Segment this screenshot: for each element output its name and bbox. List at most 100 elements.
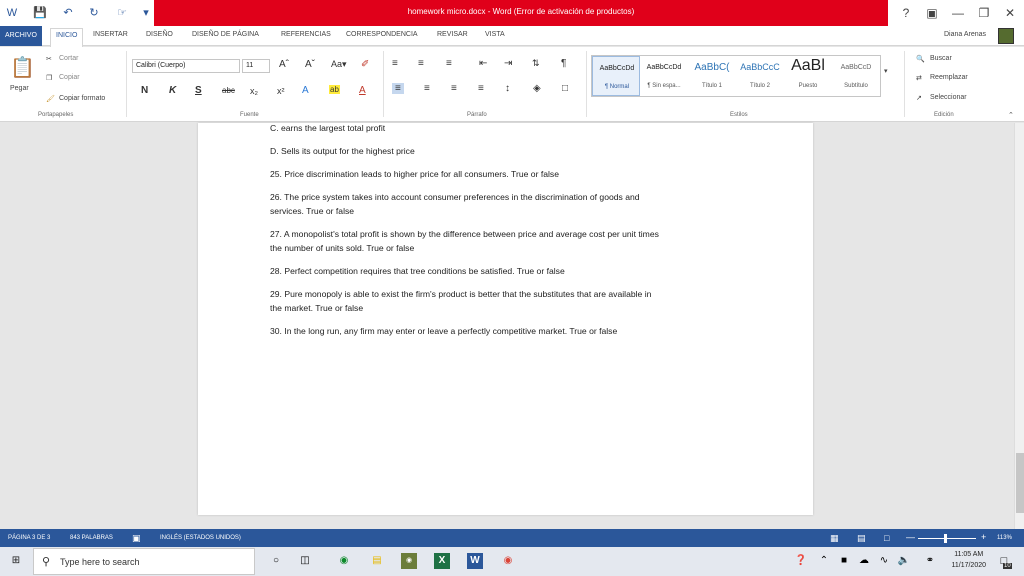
tab-diseno[interactable]: DISEÑO [146, 31, 173, 38]
windows-start-icon[interactable]: ⊞ [8, 553, 24, 569]
task-view-icon[interactable]: ◫ [297, 553, 313, 569]
copy-button[interactable]: Copiar [59, 74, 80, 81]
undo-icon[interactable]: ↶ [60, 5, 76, 21]
font-color-icon[interactable]: A [359, 85, 366, 96]
language[interactable]: INGLÉS (ESTADOS UNIDOS) [160, 535, 241, 541]
italic-icon[interactable]: K [169, 85, 176, 96]
tab-insertar[interactable]: INSERTAR [93, 31, 128, 38]
underline-icon[interactable]: S [195, 85, 202, 96]
tab-referencias[interactable]: REFERENCIAS [281, 31, 331, 38]
clock[interactable]: 11:05 AM 11/17/2020 [951, 551, 986, 569]
help-tray-icon[interactable]: ❓ [793, 553, 809, 569]
volume-icon[interactable]: 🔈 [896, 553, 912, 569]
style-title[interactable]: AaBl Puesto [784, 56, 832, 96]
scrollbar-thumb[interactable] [1016, 453, 1024, 513]
shading-icon[interactable]: ◈ [533, 83, 541, 94]
web-layout-icon[interactable]: □ [884, 533, 889, 543]
customize-qa-icon[interactable]: ▾ [138, 5, 154, 21]
zoom-level[interactable]: 113% [997, 535, 1012, 541]
style-normal[interactable]: AaBbCcDd ¶ Normal [592, 56, 640, 96]
style-heading-2[interactable]: AaBbCcC Título 2 [736, 56, 784, 96]
justify-icon[interactable]: ≡ [478, 83, 484, 94]
styles-more-icon[interactable]: ▾ [884, 67, 888, 75]
style-subtitle[interactable]: AaBbCcD Subtítulo [832, 56, 880, 96]
print-layout-icon[interactable]: ▤ [857, 533, 866, 544]
replace-icon[interactable]: ⇄ [916, 74, 922, 82]
redo-icon[interactable]: ↻ [86, 5, 102, 21]
tray-expand-icon[interactable]: ⌃ [816, 553, 832, 569]
sort-icon[interactable]: ⇅ [532, 58, 540, 69]
align-center-icon[interactable]: ≡ [424, 83, 430, 94]
bullets-icon[interactable]: ≡ [392, 58, 398, 69]
decrease-indent-icon[interactable]: ⇤ [479, 58, 487, 69]
highlight-icon[interactable]: ab [329, 85, 340, 94]
document-page[interactable]: C. earns the largest total profit D. Sel… [198, 123, 813, 515]
cortana-icon[interactable]: ○ [268, 553, 284, 569]
style-no-spacing[interactable]: AaBbCcDd ¶ Sin espa... [640, 56, 688, 96]
help-icon[interactable]: ? [894, 3, 918, 23]
paste-icon[interactable]: 📋 [10, 55, 35, 80]
replace-button[interactable]: Reemplazar [930, 74, 968, 81]
align-right-icon[interactable]: ≡ [451, 83, 457, 94]
find-icon[interactable]: 🔍 [916, 55, 925, 63]
increase-indent-icon[interactable]: ⇥ [504, 58, 512, 69]
zoom-slider[interactable] [918, 538, 976, 539]
font-size-select[interactable]: 11 [242, 59, 270, 73]
change-case-icon[interactable]: Aa▾ [331, 59, 347, 70]
text-effects-icon[interactable]: A [302, 85, 309, 96]
copy-icon[interactable]: ❐ [46, 74, 52, 82]
avatar[interactable] [998, 28, 1014, 44]
network-icon[interactable]: ⚭ [922, 553, 938, 569]
borders-icon[interactable]: □ [562, 83, 568, 94]
align-left-icon[interactable]: ≡ [392, 83, 404, 94]
save-icon[interactable]: 💾 [32, 5, 48, 21]
tab-correspondencia[interactable]: CORRESPONDENCIA [346, 31, 418, 38]
superscript-icon[interactable]: x² [277, 86, 285, 96]
grow-font-icon[interactable]: Aˆ [279, 59, 289, 70]
zoom-in-icon[interactable]: + [981, 532, 986, 542]
page-count[interactable]: PÁGINA 3 DE 3 [8, 535, 50, 541]
select-button[interactable]: Seleccionar [930, 94, 967, 101]
word-icon[interactable]: W [467, 553, 483, 569]
cut-button[interactable]: Cortar [59, 55, 78, 62]
cut-icon[interactable]: ✂ [46, 55, 52, 63]
tab-inicio[interactable]: INICIO [50, 28, 84, 47]
find-button[interactable]: Buscar [930, 55, 952, 62]
edge-icon[interactable]: ◉ [336, 553, 352, 569]
read-mode-icon[interactable]: ▦ [830, 533, 839, 544]
tab-diseno-pagina[interactable]: DISEÑO DE PÁGINA [192, 31, 259, 38]
restore-icon[interactable]: ❐ [972, 3, 996, 23]
strikethrough-icon[interactable]: abc [222, 86, 235, 95]
vertical-scrollbar[interactable] [1014, 123, 1024, 529]
shrink-font-icon[interactable]: Aˇ [305, 59, 315, 70]
taskbar-search[interactable]: ⚲ Type here to search [33, 548, 255, 575]
clear-format-icon[interactable]: ✐ [361, 59, 369, 70]
tab-archivo[interactable]: ARCHIVO [0, 26, 42, 46]
word-count[interactable]: 843 PALABRAS [70, 535, 113, 541]
close-icon[interactable]: ✕ [998, 3, 1022, 23]
tab-revisar[interactable]: REVISAR [437, 31, 468, 38]
line-spacing-icon[interactable]: ↕ [505, 83, 510, 94]
onedrive-icon[interactable]: ☁ [856, 553, 872, 569]
tray-app-icon[interactable]: ■ [836, 553, 852, 569]
user-name[interactable]: Diana Arenas [944, 31, 986, 38]
app-icon[interactable]: ◉ [401, 553, 417, 569]
style-heading-1[interactable]: AaBbC( Título 1 [688, 56, 736, 96]
tab-vista[interactable]: VISTA [485, 31, 505, 38]
format-painter-icon[interactable]: 🖌 [46, 95, 55, 103]
zoom-slider-thumb[interactable] [944, 534, 947, 543]
bold-icon[interactable]: N [141, 85, 148, 96]
touch-mode-icon[interactable]: ☞ [114, 5, 130, 21]
wifi-icon[interactable]: ∿ [876, 553, 892, 569]
excel-icon[interactable]: X [434, 553, 450, 569]
zoom-out-icon[interactable]: — [906, 532, 915, 542]
ribbon-options-icon[interactable]: ▣ [920, 3, 944, 23]
collapse-ribbon-icon[interactable]: ⌃ [1008, 111, 1014, 119]
paste-button[interactable]: Pegar [10, 85, 29, 92]
chrome-icon[interactable]: ◉ [500, 553, 516, 569]
font-name-select[interactable]: Calibri (Cuerpo) [132, 59, 240, 73]
pilcrow-icon[interactable]: ¶ [561, 58, 566, 69]
select-icon[interactable]: ↗ [916, 94, 922, 102]
minimize-icon[interactable]: — [946, 3, 970, 23]
multilevel-list-icon[interactable]: ≡ [446, 58, 452, 69]
